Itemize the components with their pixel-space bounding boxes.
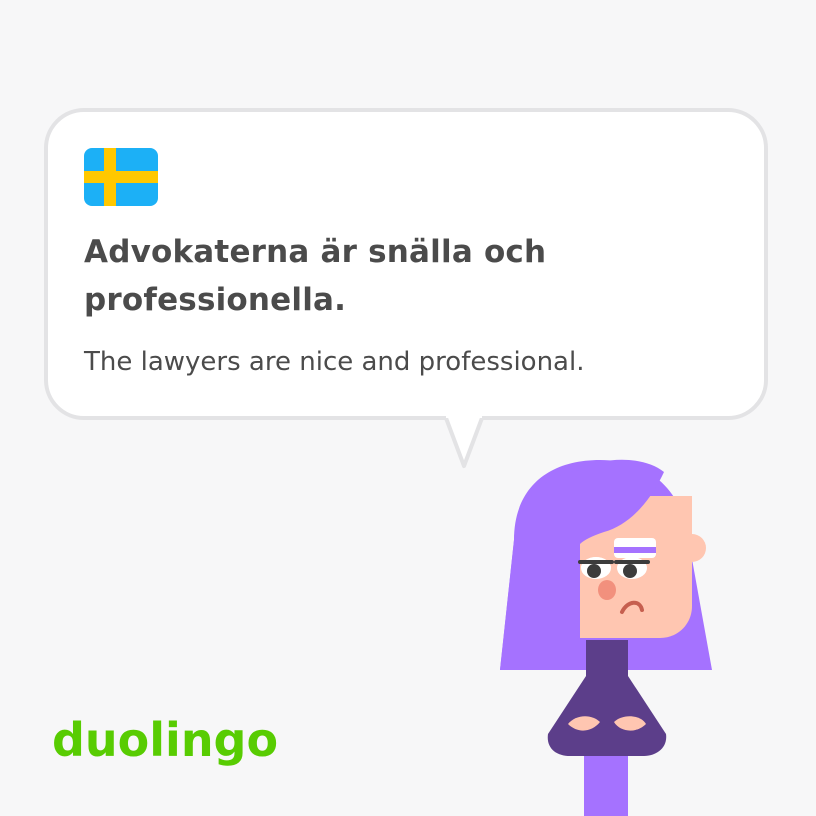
duolingo-logo[interactable]: duolingo [52,700,278,780]
lily-character-illustration [500,459,712,816]
share-card: Advokaterna är snälla och professionella… [0,0,816,816]
